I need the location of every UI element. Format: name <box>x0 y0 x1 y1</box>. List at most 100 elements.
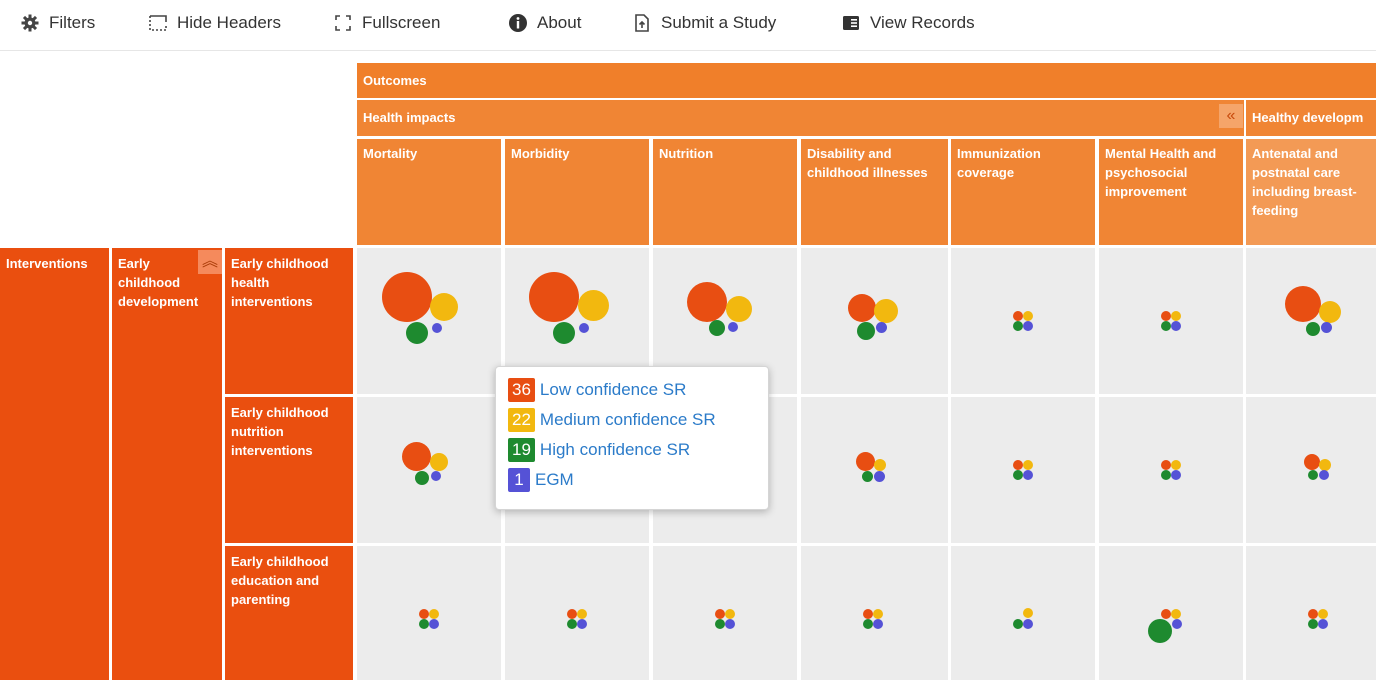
bubble-medium <box>874 459 886 471</box>
bubble-medium <box>873 609 883 619</box>
bubble-egm <box>725 619 735 629</box>
submit-study-button[interactable]: Submit a Study <box>632 12 776 34</box>
tooltip-row-low[interactable]: 36 Low confidence SR <box>508 375 756 405</box>
bubble-low <box>687 282 727 322</box>
expand-icon <box>333 13 353 33</box>
column-label: Mental Health and psychosocial improveme… <box>1105 146 1217 199</box>
column-header-mental-health: Mental Health and psychosocial improveme… <box>1099 139 1243 245</box>
data-cell[interactable] <box>1099 248 1243 394</box>
bubble-high <box>1013 321 1023 331</box>
bubble-egm <box>1171 470 1181 480</box>
bubble-medium <box>1023 460 1033 470</box>
bubble-medium <box>726 296 752 322</box>
tooltip-label[interactable]: High confidence SR <box>540 440 690 460</box>
column-header-morbidity: Morbidity <box>505 139 649 245</box>
legend-tooltip: 36 Low confidence SR 22 Medium confidenc… <box>495 366 769 510</box>
data-cell[interactable] <box>951 546 1095 680</box>
data-cell[interactable] <box>357 546 501 680</box>
row-label: Early childhood health interventions <box>231 256 329 309</box>
bubble-egm <box>1318 619 1328 629</box>
tooltip-row-high[interactable]: 19 High confidence SR <box>508 435 756 465</box>
tooltip-row-medium[interactable]: 22 Medium confidence SR <box>508 405 756 435</box>
data-cell[interactable] <box>505 546 649 680</box>
bubble-high <box>1013 619 1023 629</box>
row-label: Early childhood nutrition interventions <box>231 405 329 458</box>
row-header-health: Early childhood health interventions <box>225 248 353 394</box>
bubble-egm <box>432 323 442 333</box>
outcomes-label: Outcomes <box>363 73 427 88</box>
ecd-header: Early childhood development <box>112 248 222 680</box>
data-cell[interactable] <box>1246 546 1376 680</box>
bubble-low <box>1161 311 1171 321</box>
hide-headers-label: Hide Headers <box>177 13 281 32</box>
bubble-medium <box>725 609 735 619</box>
row-label: Early childhood education and parenting <box>231 554 329 607</box>
data-cell[interactable] <box>357 248 501 394</box>
data-cell[interactable] <box>357 397 501 543</box>
bubble-egm <box>429 619 439 629</box>
double-chevron-left-icon: « <box>1226 107 1236 124</box>
file-upload-icon <box>632 13 652 33</box>
bubble-low <box>402 442 431 471</box>
view-records-label: View Records <box>870 13 975 32</box>
fullscreen-button[interactable]: Fullscreen <box>333 12 440 34</box>
bubble-egm <box>579 323 589 333</box>
bubble-low <box>848 294 876 322</box>
tooltip-row-egm[interactable]: 1 EGM <box>508 465 756 495</box>
tooltip-label[interactable]: EGM <box>535 470 574 490</box>
fullscreen-label: Fullscreen <box>362 13 441 32</box>
bubble-egm <box>577 619 587 629</box>
about-label: About <box>537 13 582 32</box>
ecd-label: Early childhood development <box>118 256 199 309</box>
tooltip-label[interactable]: Low confidence SR <box>540 380 686 400</box>
bubble-low <box>863 609 873 619</box>
bubble-egm <box>873 619 883 629</box>
data-cell[interactable] <box>653 546 797 680</box>
collapse-left-button[interactable]: « <box>1219 104 1243 128</box>
data-cell[interactable] <box>951 248 1095 394</box>
data-cell[interactable] <box>1099 397 1243 543</box>
bubble-low <box>382 272 432 322</box>
data-cell[interactable] <box>1246 397 1376 543</box>
view-records-button[interactable]: View Records <box>841 12 975 34</box>
bubble-egm <box>874 471 885 482</box>
bubble-low <box>419 609 429 619</box>
data-cell[interactable] <box>1246 248 1376 394</box>
bubble-egm <box>1023 619 1033 629</box>
bubble-low <box>856 452 875 471</box>
column-label: Morbidity <box>511 146 570 161</box>
column-header-disability: Disability and childhood illnesses <box>801 139 948 245</box>
health-impacts-label: Health impacts <box>363 110 456 125</box>
bubble-medium <box>577 609 587 619</box>
bubble-medium <box>1171 609 1181 619</box>
tooltip-label[interactable]: Medium confidence SR <box>540 410 716 430</box>
bubble-high <box>1013 470 1023 480</box>
row-header-education: Early childhood education and parenting <box>225 546 353 680</box>
about-button[interactable]: About <box>508 12 581 34</box>
outcomes-header: Outcomes <box>357 63 1376 98</box>
bubble-egm <box>1172 619 1182 629</box>
bubble-low <box>1013 311 1023 321</box>
bubble-egm <box>728 322 738 332</box>
data-cell[interactable] <box>801 546 948 680</box>
bubble-high <box>715 619 725 629</box>
bubble-medium <box>1318 609 1328 619</box>
data-cell[interactable] <box>801 397 948 543</box>
column-label: Nutrition <box>659 146 714 161</box>
filters-button[interactable]: Filters <box>20 12 95 34</box>
bubble-low <box>1304 454 1320 470</box>
bubble-medium <box>1171 311 1181 321</box>
column-header-mortality: Mortality <box>357 139 501 245</box>
bubble-high <box>1308 619 1318 629</box>
data-cell[interactable] <box>951 397 1095 543</box>
double-chevron-up-icon: ︽ <box>201 253 218 270</box>
bubble-high <box>1308 470 1318 480</box>
column-label: Disability and childhood illnesses <box>807 146 928 180</box>
data-cell[interactable] <box>801 248 948 394</box>
data-cell[interactable] <box>1099 546 1243 680</box>
column-header-antenatal: Antenatal and postnatal care including b… <box>1246 139 1376 245</box>
collapse-up-button[interactable]: ︽ <box>198 250 222 274</box>
bubble-high <box>1161 470 1171 480</box>
hide-headers-button[interactable]: Hide Headers <box>148 12 281 34</box>
column-header-immunization: Immunization coverage <box>951 139 1095 245</box>
